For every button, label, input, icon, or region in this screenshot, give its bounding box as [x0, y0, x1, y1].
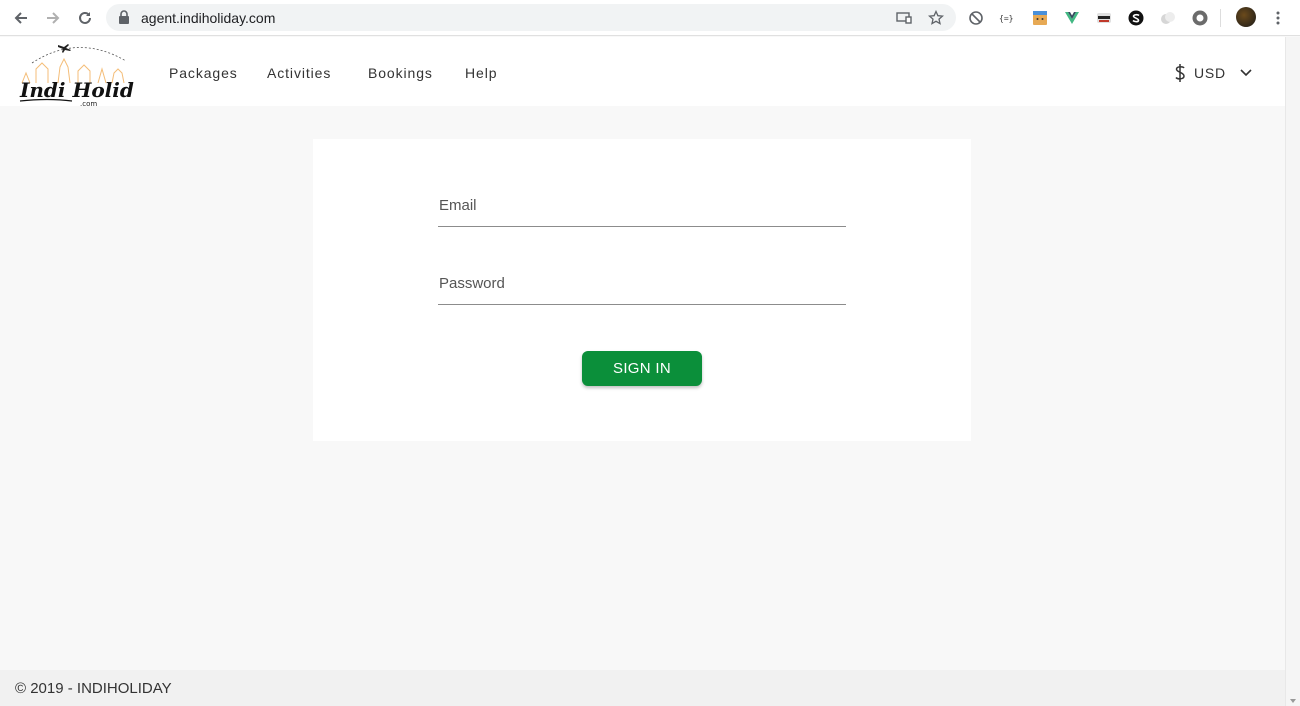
arrow-left-icon: [14, 12, 27, 24]
dollar-icon: [1175, 64, 1185, 82]
sign-in-button[interactable]: SIGN IN: [582, 351, 702, 386]
password-field[interactable]: Password: [438, 275, 846, 305]
profile-avatar[interactable]: [1236, 7, 1256, 27]
reload-button[interactable]: [74, 7, 96, 29]
cast-icon[interactable]: [896, 10, 912, 26]
browser-toolbar: agent.indiholiday.com {=}: [0, 0, 1300, 36]
back-button[interactable]: [10, 7, 32, 29]
currency-selector[interactable]: USD: [1174, 63, 1252, 83]
reload-icon: [79, 11, 91, 24]
browser-menu-icon[interactable]: [1269, 9, 1287, 27]
email-field[interactable]: Email: [438, 197, 846, 227]
address-bar[interactable]: agent.indiholiday.com: [106, 4, 956, 31]
toolbar-divider: [1220, 9, 1221, 27]
logo-wordmark: Indi Holiday: [19, 78, 134, 102]
mask-extension-icon[interactable]: [1095, 9, 1113, 27]
site-footer: © 2019 - INDIHOLIDAY: [0, 670, 1285, 706]
scroll-down-arrow-icon[interactable]: [1290, 699, 1296, 703]
svg-text:{=}: {=}: [999, 14, 1013, 23]
main-content: Email Password SIGN IN: [0, 106, 1285, 670]
logo-skyline-graphic: Indi Holiday .com: [19, 44, 160, 108]
nav-activities[interactable]: Activities: [267, 65, 331, 81]
forward-button[interactable]: [42, 7, 64, 29]
page-scrollbar[interactable]: [1285, 37, 1300, 706]
lock-icon: [119, 10, 129, 24]
block-extension-icon[interactable]: [967, 9, 985, 27]
password-input[interactable]: [438, 275, 846, 304]
arrow-right-icon: [47, 12, 60, 24]
grey-extension-icon[interactable]: [1159, 9, 1177, 27]
s-extension-icon[interactable]: [1127, 9, 1145, 27]
star-icon[interactable]: [928, 10, 944, 26]
nav-bookings[interactable]: Bookings: [368, 65, 433, 81]
copyright-text: © 2019 - INDIHOLIDAY: [15, 680, 172, 697]
box-extension-icon[interactable]: [1031, 9, 1049, 27]
login-card: Email Password SIGN IN: [313, 139, 971, 441]
currency-code: USD: [1194, 65, 1226, 81]
nav-help[interactable]: Help: [465, 65, 497, 81]
site-logo[interactable]: Indi Holiday .com: [18, 39, 160, 108]
site-header: Indi Holiday .com Packages Activities Bo…: [0, 37, 1285, 108]
circle-extension-icon[interactable]: [1191, 9, 1209, 27]
url-text: agent.indiholiday.com: [141, 10, 276, 26]
json-extension-icon[interactable]: {=}: [999, 9, 1017, 27]
email-input[interactable]: [438, 197, 846, 226]
nav-packages[interactable]: Packages: [169, 65, 238, 81]
vue-extension-icon[interactable]: [1063, 9, 1081, 27]
chevron-down-icon: [1240, 69, 1252, 77]
